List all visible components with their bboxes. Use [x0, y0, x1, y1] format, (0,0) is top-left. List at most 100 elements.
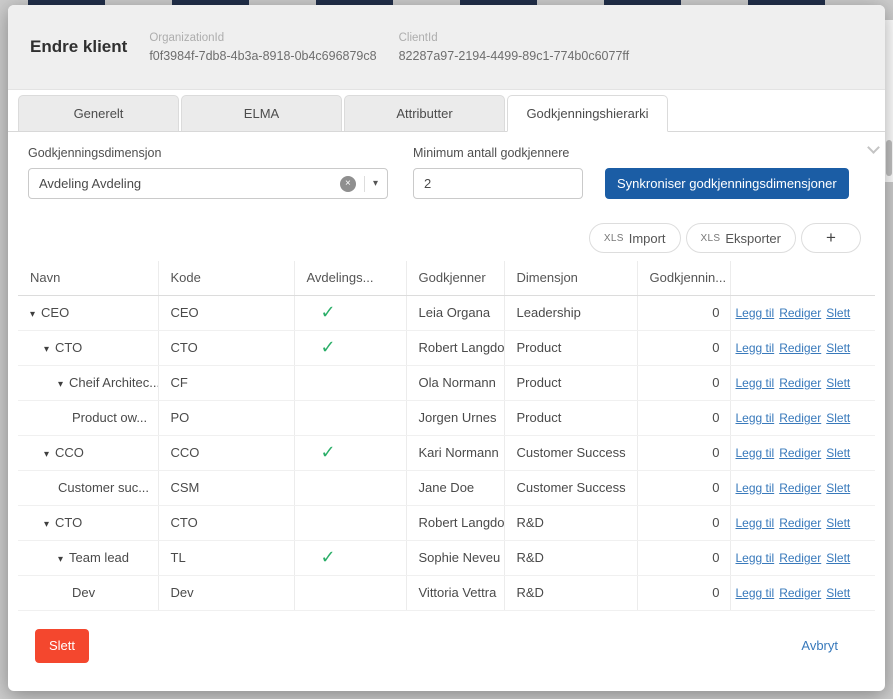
- cell-approval-count: 0: [637, 505, 731, 541]
- cell-approval-count: 0: [637, 540, 731, 576]
- tab-elma[interactable]: ELMA: [181, 95, 342, 131]
- collapse-caret-icon[interactable]: ▾: [44, 449, 49, 460]
- row-action-legg-til[interactable]: Legg til: [736, 586, 775, 600]
- cell-dimension: Product: [504, 330, 638, 366]
- row-action-legg-til[interactable]: Legg til: [736, 376, 775, 390]
- organization-id-label: OrganizationId: [149, 31, 225, 44]
- cell-approver: Vittoria Vettra: [406, 575, 505, 611]
- dimension-select[interactable]: Avdeling Avdeling × ▾: [28, 168, 388, 199]
- row-action-slett[interactable]: Slett: [826, 411, 850, 425]
- cell-code: CSM: [158, 470, 295, 506]
- cell-dimension: Product: [504, 365, 638, 401]
- row-name: Customer suc...: [58, 480, 150, 495]
- tab-content: Godkjenningsdimensjon Avdeling Avdeling …: [8, 132, 885, 611]
- xls-export-label: Eksporter: [725, 230, 781, 246]
- cancel-link[interactable]: Avbryt: [801, 638, 838, 653]
- row-action-slett[interactable]: Slett: [826, 341, 850, 355]
- column-header-kode[interactable]: Kode: [158, 261, 295, 296]
- column-header-godkjennin[interactable]: Godkjennin...: [637, 261, 731, 296]
- row-action-legg-til[interactable]: Legg til: [736, 551, 775, 565]
- min-approvers-label: Minimum antall godkjennere: [413, 146, 570, 160]
- row-action-rediger[interactable]: Rediger: [779, 446, 821, 460]
- chevron-down-icon[interactable]: ▾: [373, 178, 378, 189]
- cell-department-check: [294, 575, 407, 611]
- row-action-slett[interactable]: Slett: [826, 446, 850, 460]
- column-header-godkjenner[interactable]: Godkjenner: [406, 261, 505, 296]
- table-row: ▾ Team lead TL ✓ Sophie Neveu R&D 0 Legg til Red…: [18, 540, 875, 576]
- row-name: Team lead: [69, 550, 130, 565]
- cell-approver: Robert Langdon: [406, 505, 505, 541]
- scrollbar-thumb[interactable]: [886, 140, 892, 176]
- row-action-legg-til[interactable]: Legg til: [736, 516, 775, 530]
- tab-generelt[interactable]: Generelt: [18, 95, 179, 131]
- row-action-rediger[interactable]: Rediger: [779, 411, 821, 425]
- sync-dimensions-button[interactable]: Synkroniser godkjenningsdimensjoner: [605, 168, 849, 199]
- cell-dimension: R&D: [504, 540, 638, 576]
- min-approvers-input[interactable]: [413, 168, 583, 199]
- cell-actions: Legg til Rediger Slett: [730, 330, 875, 366]
- row-action-slett[interactable]: Slett: [826, 376, 850, 390]
- cell-department-check: [294, 505, 407, 541]
- collapse-caret-icon[interactable]: ▾: [30, 309, 35, 320]
- cell-approval-count: 0: [637, 295, 731, 331]
- column-header-navn[interactable]: Navn: [18, 261, 159, 296]
- row-action-legg-til[interactable]: Legg til: [736, 446, 775, 460]
- table-row: ▾ CTO CTO Robert Langdon R&D 0 Legg til Rediger…: [18, 505, 875, 541]
- xls-import-button[interactable]: XLS Import: [588, 223, 681, 253]
- page-scrollbar[interactable]: [885, 20, 893, 182]
- row-action-legg-til[interactable]: Legg til: [736, 481, 775, 495]
- organization-id-value: f0f3984f-7db8-4b3a-8918-0b4c696879c8: [149, 48, 377, 63]
- collapse-caret-icon[interactable]: ▾: [44, 519, 49, 530]
- row-action-rediger[interactable]: Rediger: [779, 341, 821, 355]
- row-action-rediger[interactable]: Rediger: [779, 551, 821, 565]
- row-name: Product ow...: [72, 410, 148, 425]
- approval-hierarchy-table: Navn Kode Avdelings... Godkjenner Dimens…: [18, 261, 875, 611]
- row-action-rediger[interactable]: Rediger: [779, 306, 821, 320]
- row-action-rediger[interactable]: Rediger: [779, 516, 821, 530]
- column-header-avdelings[interactable]: Avdelings...: [294, 261, 407, 296]
- collapse-caret-icon[interactable]: ▾: [58, 379, 63, 390]
- row-action-slett[interactable]: Slett: [826, 481, 850, 495]
- xls-import-label: Import: [628, 230, 666, 246]
- row-name: Dev: [72, 585, 96, 600]
- xls-badge: XLS: [603, 232, 624, 244]
- cell-code: CTO: [158, 330, 295, 366]
- dimension-label: Godkjenningsdimensjon: [28, 146, 162, 160]
- delete-button[interactable]: Slett: [35, 628, 90, 663]
- row-action-slett[interactable]: Slett: [826, 551, 850, 565]
- clear-icon[interactable]: ×: [339, 175, 356, 192]
- row-action-legg-til[interactable]: Legg til: [736, 341, 775, 355]
- cell-approval-count: 0: [637, 400, 731, 436]
- add-node-button[interactable]: +: [801, 223, 861, 253]
- cell-department-check: ✓: [294, 435, 407, 471]
- tab-attributter[interactable]: Attributter: [344, 95, 505, 131]
- cell-code: Dev: [158, 575, 295, 611]
- xls-export-button[interactable]: XLS Eksporter: [685, 223, 796, 253]
- min-approvers-field: Minimum antall godkjennere: [413, 146, 583, 199]
- dialog-title: Endre klient: [30, 37, 128, 56]
- row-action-legg-til[interactable]: Legg til: [736, 306, 775, 320]
- row-action-legg-til[interactable]: Legg til: [736, 411, 775, 425]
- row-action-slett[interactable]: Slett: [826, 306, 850, 320]
- row-action-slett[interactable]: Slett: [826, 586, 850, 600]
- row-action-rediger[interactable]: Rediger: [779, 376, 821, 390]
- column-header-dimensjon[interactable]: Dimensjon: [504, 261, 638, 296]
- collapse-caret-icon[interactable]: ▾: [58, 554, 63, 565]
- tab-godkjenningshierarki[interactable]: Godkjenningshierarki: [507, 95, 668, 132]
- table-body: ▾ CEO CEO ✓ Leia Organa Leadership 0 Legg til Re…: [18, 295, 875, 611]
- dimension-select-value: Avdeling Avdeling: [39, 176, 142, 191]
- collapse-caret-icon[interactable]: ▾: [44, 344, 49, 355]
- row-action-rediger[interactable]: Rediger: [779, 586, 821, 600]
- row-action-slett[interactable]: Slett: [826, 516, 850, 530]
- cell-name: ▾ Cheif Architec...: [18, 365, 159, 401]
- row-action-rediger[interactable]: Rediger: [779, 481, 821, 495]
- cell-department-check: ✓: [294, 540, 407, 576]
- check-icon: ✓: [320, 337, 336, 357]
- table-row: Product ow... PO Jorgen Urnes Product 0 Legg …: [18, 400, 875, 436]
- cell-code: PO: [158, 400, 295, 436]
- row-name: CTO: [55, 515, 83, 530]
